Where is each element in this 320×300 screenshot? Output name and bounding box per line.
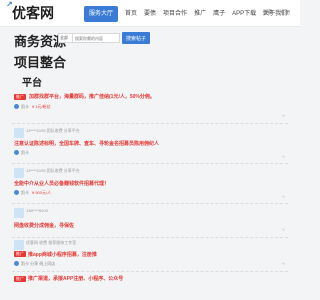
avatar	[14, 104, 19, 109]
avatar	[14, 190, 19, 195]
avatar	[14, 261, 19, 266]
nav-item-projects[interactable]: 项目合作	[163, 6, 187, 22]
list-item[interactable]: 138****5405 网盘收费分成佣金，寻保佐 +	[12, 204, 288, 238]
listing-list: 推广 加群找群平台，海量群码，推广佳纳(1元/人，50%分佣。 凯卡 ¥ 1元/粉…	[12, 90, 288, 296]
list-item-desc[interactable]: 全能中介从业人员必备赚钱软件招募代理！	[14, 180, 109, 187]
list-item[interactable]: 推广 加群找群平台，海量群码，推广佳纳(1元/人，50%分佣。 凯卡 ¥ 1元/粉…	[12, 90, 288, 124]
top-navigation-bar: ↗ 优客网 服务大厅 首页 要债 项目合作 推广 鹰子 APP下载 关于我们 登…	[0, 0, 300, 27]
nav-item-promotion[interactable]: 推广	[194, 6, 206, 22]
list-item-desc[interactable]: 网盘收费分成佣金，寻保佐	[14, 222, 74, 229]
nav-item-app-download[interactable]: APP下载	[232, 6, 256, 22]
more-icon[interactable]: +	[281, 114, 285, 120]
section-title: 项目整合	[14, 55, 67, 70]
avatar	[14, 150, 19, 155]
nav-item-eagle[interactable]: 鹰子	[213, 6, 225, 22]
author-name: 凯卡	[21, 104, 29, 109]
list-item-desc[interactable]: 加群找群平台，海量群码，推广佳纳(1元/人，50%分佣。	[28, 93, 156, 100]
list-item-desc[interactable]: 推广渠道，承接APP注册、小程序、公众号	[28, 275, 123, 282]
promo-tag: 推广	[14, 276, 26, 282]
more-icon[interactable]: +	[281, 195, 285, 201]
register-link[interactable]: 注册	[280, 10, 290, 16]
logo-text: 优客网	[12, 6, 54, 22]
list-item[interactable]: 推广 推广渠道，承接APP注册、小程序、公众号	[12, 272, 288, 296]
thumbnail	[14, 240, 24, 250]
more-icon[interactable]: +	[281, 228, 285, 234]
search-button[interactable]: 搜索帖子	[122, 32, 150, 44]
nav-item-service-hall[interactable]: 服务大厅	[84, 6, 119, 22]
author-name: 凯卡	[21, 190, 29, 195]
thumbnail	[14, 128, 24, 138]
promo-tag: 推广	[14, 94, 26, 100]
search-category-select[interactable]: 全部	[58, 33, 72, 43]
list-item-meta: 13****5105 团队收费 分享平台	[26, 168, 80, 173]
list-item-desc[interactable]: 注意认证陈述标明，全国车牌、查车、寻轮金名招募员陈用佣纪人	[14, 140, 159, 147]
more-icon[interactable]: +	[281, 155, 285, 161]
list-item[interactable]: 13****5105 团队收费 分享平台 全能中介从业人员必备赚钱软件招募代理！…	[12, 164, 288, 204]
price-label: ¥ 500元/人	[32, 190, 52, 195]
nav-item-home[interactable]: 首页	[125, 6, 137, 22]
list-item-foot: 凯卡 ¥ 1元/粉丝	[21, 104, 51, 110]
author-name: 凯卡	[21, 150, 29, 155]
list-item[interactable]: 13****5105 团队收费 分享平台 注意认证陈述标明，全国车牌、查车、寻轮…	[12, 124, 288, 164]
promo-tag: 推广	[14, 251, 26, 257]
list-item-meta: 优客网 收费 推荐服饰工作室	[26, 240, 77, 245]
section-subtitle: 平台	[22, 78, 42, 89]
auth-links: 登录 注册	[257, 9, 290, 16]
search-input[interactable]	[72, 33, 120, 43]
list-item-foot: 凯卡 ¥ 500元/人	[21, 190, 51, 196]
list-item-foot: 凯卡 分享 线上同店	[21, 261, 56, 266]
site-logo[interactable]: ↗ 优客网	[6, 0, 54, 23]
logo-arrow-icon: ↗	[6, 0, 13, 9]
list-item-foot: 凯卡	[21, 150, 29, 156]
login-link[interactable]: 登录	[263, 10, 273, 16]
price-label: ¥ 1元/粉丝	[32, 104, 51, 109]
thumbnail	[14, 168, 24, 178]
nav-item-debt[interactable]: 要债	[144, 6, 156, 22]
list-item-meta: 138****5405	[26, 208, 48, 213]
list-item[interactable]: 优客网 收费 推荐服饰工作室 推广 推app商城小程序招募，注册推 凯卡 分享 …	[12, 238, 288, 272]
list-item-desc[interactable]: 推app商城小程序招募，注册推	[28, 251, 97, 258]
more-icon[interactable]: +	[281, 262, 285, 268]
thumbnail	[14, 208, 24, 218]
list-item-meta: 13****5105 团队收费 分享平台	[26, 128, 80, 133]
